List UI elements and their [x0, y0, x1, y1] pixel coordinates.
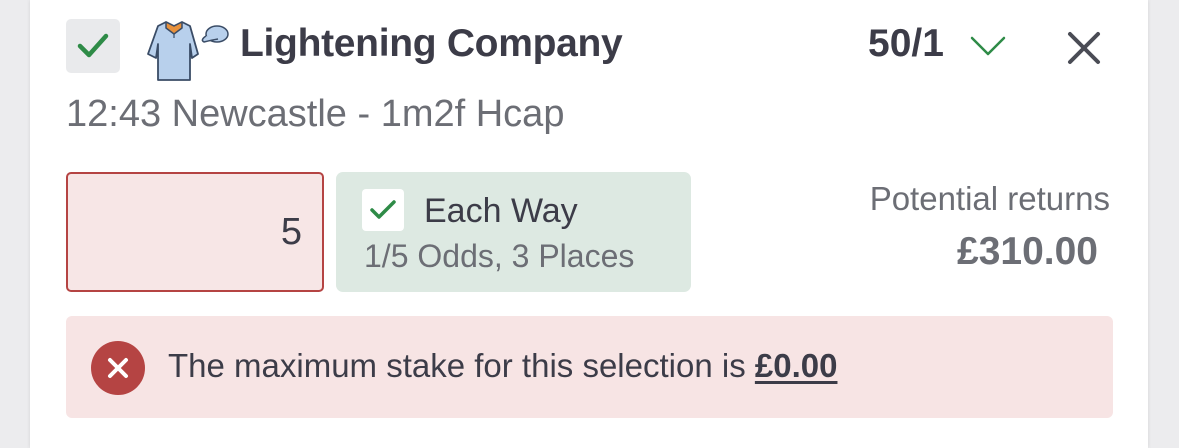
checkmark-icon — [77, 33, 109, 58]
stake-input[interactable] — [66, 172, 324, 292]
each-way-terms: 1/5 Odds, 3 Places — [364, 238, 635, 274]
runner-name: Lightening Company — [240, 22, 623, 65]
potential-returns-label: Potential returns — [869, 180, 1110, 217]
error-message-text: The maximum stake for this selection is — [168, 347, 755, 384]
odds-value[interactable]: 50/1 — [868, 22, 944, 66]
bet-slip-card: Lightening Company 50/1 12:43 Newcastle … — [30, 0, 1148, 448]
chevron-down-icon[interactable] — [968, 32, 1008, 60]
race-info: 12:43 Newcastle - 1m2f Hcap — [66, 93, 565, 135]
selection-checkbox[interactable] — [66, 19, 120, 73]
checkmark-icon — [370, 200, 396, 219]
each-way-toggle[interactable]: Each Way 1/5 Odds, 3 Places — [336, 172, 691, 292]
each-way-checkbox[interactable] — [362, 189, 404, 231]
potential-returns-value: £310.00 — [957, 230, 1098, 273]
error-message: The maximum stake for this selection is … — [168, 347, 837, 385]
error-message-box: The maximum stake for this selection is … — [66, 316, 1113, 418]
error-circle-x-icon — [91, 341, 145, 395]
jockey-silks-icon — [147, 21, 229, 81]
each-way-label: Each Way — [424, 192, 578, 230]
max-stake-link[interactable]: £0.00 — [755, 347, 838, 384]
close-icon[interactable] — [1064, 28, 1104, 68]
